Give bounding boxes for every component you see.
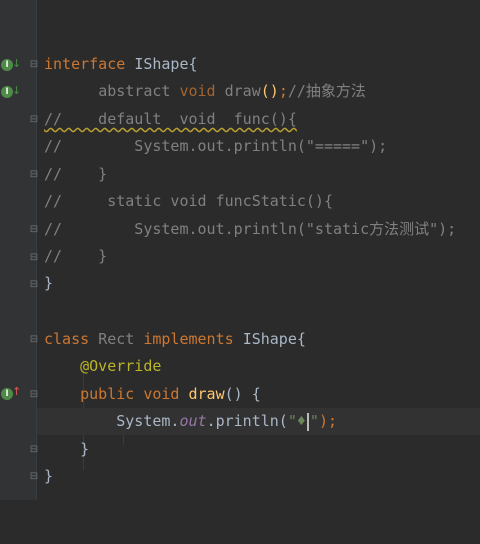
code-line-3[interactable]: // default void func(){ bbox=[37, 106, 480, 133]
editor-gutter bbox=[0, 0, 36, 500]
annotation: @Override bbox=[80, 357, 162, 375]
parens: () bbox=[260, 82, 279, 100]
keyword-class: class bbox=[44, 330, 90, 348]
closing-brace: } bbox=[44, 467, 54, 485]
comment: // } bbox=[44, 165, 108, 183]
code-line-8[interactable]: // } bbox=[37, 243, 480, 270]
comment: // } bbox=[44, 247, 108, 265]
keyword-abstract: abstract bbox=[98, 82, 171, 100]
semicolon: ; bbox=[278, 82, 288, 100]
code-line-4[interactable]: // System.out.println("====="); bbox=[37, 133, 480, 160]
code-line-13-current[interactable]: System.out.println("♦ "); bbox=[37, 408, 480, 435]
implemented-marker-icon[interactable]: I ↓ bbox=[0, 57, 22, 72]
code-line-2[interactable]: abstract void draw();//抽象方法 bbox=[37, 78, 480, 105]
method-name: draw bbox=[188, 385, 225, 403]
code-line-5[interactable]: // } bbox=[37, 161, 480, 188]
interface-name: IShape{ bbox=[242, 330, 306, 348]
keyword-void: void bbox=[179, 82, 216, 100]
string-content: ♦ bbox=[296, 412, 306, 430]
class-name: Rect bbox=[98, 330, 135, 348]
code-line-9[interactable]: } bbox=[37, 270, 480, 297]
up-arrow-icon: ↑ bbox=[12, 385, 22, 398]
text-caret bbox=[306, 412, 309, 431]
keyword-public-void: public void bbox=[80, 385, 180, 403]
code-line-7[interactable]: // System.out.println("static方法测试"); bbox=[37, 216, 480, 243]
method-call: .println( bbox=[206, 412, 288, 430]
comment-text: // default void func(){ bbox=[44, 110, 297, 128]
comment: //抽象方法 bbox=[287, 82, 366, 100]
comment: // static void funcStatic(){ bbox=[44, 192, 333, 210]
method-signature: () { bbox=[224, 385, 261, 403]
string-quote-open: " bbox=[287, 412, 297, 430]
down-arrow-icon: ↓ bbox=[12, 57, 22, 70]
string-quote-close: " bbox=[309, 412, 319, 430]
system-ref: System. bbox=[116, 412, 180, 430]
field-out: out bbox=[179, 412, 207, 430]
code-line-12[interactable]: public void draw() { bbox=[37, 381, 480, 408]
statement-end: ); bbox=[318, 412, 337, 430]
code-line-10[interactable]: class Rect implements IShape{ bbox=[37, 326, 480, 353]
method-name: draw bbox=[224, 82, 261, 100]
keyword: interface bbox=[44, 55, 126, 73]
code-line-14[interactable]: } bbox=[37, 436, 480, 463]
code-line-6[interactable]: // static void funcStatic(){ bbox=[37, 188, 480, 215]
down-arrow-icon: ↓ bbox=[12, 84, 22, 97]
keyword-implements: implements bbox=[143, 330, 234, 348]
code-line-11[interactable]: @Override bbox=[37, 353, 480, 380]
implemented-marker-icon-2[interactable]: I ↓ bbox=[0, 84, 22, 99]
code-line-1[interactable]: interface IShape{ bbox=[37, 51, 480, 78]
identifier: IShape{ bbox=[134, 55, 198, 73]
comment: // System.out.println("====="); bbox=[44, 137, 388, 155]
closing-brace: } bbox=[44, 274, 54, 292]
comment: // System.out.println("static方法测试"); bbox=[44, 220, 457, 238]
overrides-marker-icon[interactable]: I ↑ bbox=[0, 385, 22, 401]
code-editor[interactable]: interface IShape{ abstract void draw();/… bbox=[37, 0, 480, 500]
comment: // default void func(){ bbox=[44, 106, 297, 133]
code-line-15[interactable]: } bbox=[37, 463, 480, 490]
closing-brace: } bbox=[80, 440, 90, 458]
